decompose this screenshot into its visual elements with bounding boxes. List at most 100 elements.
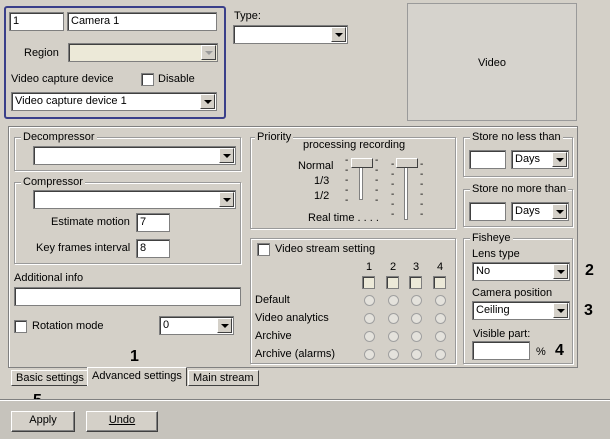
compressor-select[interactable]: [33, 190, 236, 209]
recording-slider-thumb[interactable]: [396, 158, 418, 168]
lens-type-label: Lens type: [472, 248, 520, 260]
estimate-motion-field[interactable]: 7: [136, 213, 170, 232]
stream-column-checkbox-2[interactable]: [386, 276, 399, 289]
callout-1: 1: [130, 348, 139, 365]
tab-advanced-settings[interactable]: Advanced settings: [87, 367, 187, 386]
store-max-title: Store no more than: [470, 183, 569, 195]
video-stream-label: Video stream setting: [275, 243, 376, 255]
stream-radio-r2-c2[interactable]: [388, 313, 399, 324]
stream-radio-r1-c3[interactable]: [411, 295, 422, 306]
region-label: Region: [24, 47, 59, 59]
stream-radio-r4-c3[interactable]: [411, 349, 422, 360]
priority-level-realtime: Real time . . . .: [308, 212, 379, 224]
stream-radio-r4-c2[interactable]: [388, 349, 399, 360]
undo-button[interactable]: Undo: [86, 411, 158, 432]
additional-info-label: Additional info: [14, 272, 84, 284]
stream-radio-r3-c2[interactable]: [388, 331, 399, 342]
stream-radio-r1-c2[interactable]: [388, 295, 399, 306]
stream-radio-r3-c4[interactable]: [435, 331, 446, 342]
visible-part-label: Visible part:: [473, 328, 531, 340]
column-1: 1: [366, 261, 373, 273]
row-video-analytics: Video analytics: [255, 312, 329, 324]
disable-checkbox[interactable]: [141, 73, 154, 86]
key-frames-field[interactable]: 8: [136, 239, 170, 258]
type-select[interactable]: [233, 25, 348, 44]
store-min-title: Store no less than: [470, 131, 563, 143]
rotation-mode-checkbox[interactable]: [14, 320, 27, 333]
chevron-down-icon: [219, 192, 234, 207]
stream-radio-r2-c3[interactable]: [411, 313, 422, 324]
store-min-field[interactable]: [469, 150, 506, 169]
chevron-down-icon: [217, 318, 232, 333]
row-archive: Archive: [255, 330, 292, 342]
store-max-unit: Days: [515, 205, 541, 217]
additional-info-field[interactable]: [14, 287, 241, 306]
column-2: 2: [390, 261, 397, 273]
region-select[interactable]: [68, 43, 218, 62]
decompressor-title: Decompressor: [21, 131, 97, 143]
video-stream-checkbox[interactable]: [257, 243, 270, 256]
store-max-unit-select[interactable]: Days: [511, 202, 569, 221]
type-label: Type:: [234, 10, 261, 22]
camera-number-field[interactable]: 1: [9, 12, 64, 31]
stream-radio-r3-c1[interactable]: [364, 331, 375, 342]
stream-radio-r4-c4[interactable]: [435, 349, 446, 360]
stream-radio-r3-c3[interactable]: [411, 331, 422, 342]
column-3: 3: [413, 261, 420, 273]
priority-level-one-half: 1/2: [314, 190, 330, 202]
undo-button-label: Undo: [108, 414, 136, 426]
processing-slider-thumb[interactable]: [351, 158, 373, 168]
apply-button[interactable]: Apply: [11, 411, 75, 432]
callout-2: 2: [585, 262, 594, 279]
chevron-down-icon: [552, 152, 567, 167]
priority-level-one-third: 1/3: [314, 175, 330, 187]
camera-position-label: Camera position: [472, 287, 553, 299]
recording-slider-track: [404, 163, 408, 220]
rotation-mode-select[interactable]: 0: [159, 316, 234, 335]
chevron-down-icon: [553, 264, 568, 279]
chevron-down-icon: [331, 27, 346, 42]
stream-radio-r2-c4[interactable]: [435, 313, 446, 324]
priority-header: processing recording: [303, 139, 406, 151]
video-label: Video: [478, 57, 506, 69]
column-4: 4: [437, 261, 444, 273]
video-capture-label: Video capture device: [11, 73, 114, 85]
stream-column-checkbox-4[interactable]: [433, 276, 446, 289]
store-min-unit-select[interactable]: Days: [511, 150, 569, 169]
processing-ticks-right: -----: [375, 155, 379, 206]
disable-label: Disable: [158, 73, 195, 85]
row-default: Default: [255, 294, 290, 306]
chevron-down-icon: [201, 45, 216, 60]
apply-button-label: Apply: [29, 414, 57, 426]
store-max-field[interactable]: [469, 202, 506, 221]
chevron-down-icon: [219, 148, 234, 163]
lens-type-select[interactable]: No: [472, 262, 570, 281]
processing-ticks-left: -----: [345, 155, 349, 206]
chevron-down-icon: [552, 204, 567, 219]
priority-title: Priority: [255, 131, 294, 143]
callout-3: 3: [584, 302, 593, 319]
stream-column-checkbox-3[interactable]: [409, 276, 422, 289]
decompressor-select[interactable]: [33, 146, 236, 165]
key-frames-label: Key frames interval: [36, 242, 131, 254]
tab-main-stream[interactable]: Main stream: [188, 370, 259, 386]
visible-part-field[interactable]: [472, 341, 530, 360]
video-capture-select[interactable]: Video capture device 1: [11, 92, 217, 111]
stream-radio-r1-c1[interactable]: [364, 295, 375, 306]
recording-ticks-left: ------: [391, 159, 395, 220]
camera-position-select[interactable]: Ceiling: [472, 301, 570, 320]
store-min-unit: Days: [515, 153, 541, 165]
stream-radio-r4-c1[interactable]: [364, 349, 375, 360]
estimate-motion-label: Estimate motion: [51, 216, 130, 228]
camera-name-field[interactable]: Camera 1: [67, 12, 217, 31]
stream-column-checkbox-1[interactable]: [362, 276, 375, 289]
chevron-down-icon: [200, 94, 215, 109]
compressor-title: Compressor: [21, 176, 85, 188]
video-capture-value: Video capture device 1: [15, 95, 127, 107]
chevron-down-icon: [553, 303, 568, 318]
lens-type-value: No: [476, 265, 491, 277]
stream-radio-r2-c1[interactable]: [364, 313, 375, 324]
stream-radio-r1-c4[interactable]: [435, 295, 446, 306]
tab-basic-settings[interactable]: Basic settings: [11, 370, 89, 386]
recording-ticks-right: ------: [420, 159, 424, 220]
